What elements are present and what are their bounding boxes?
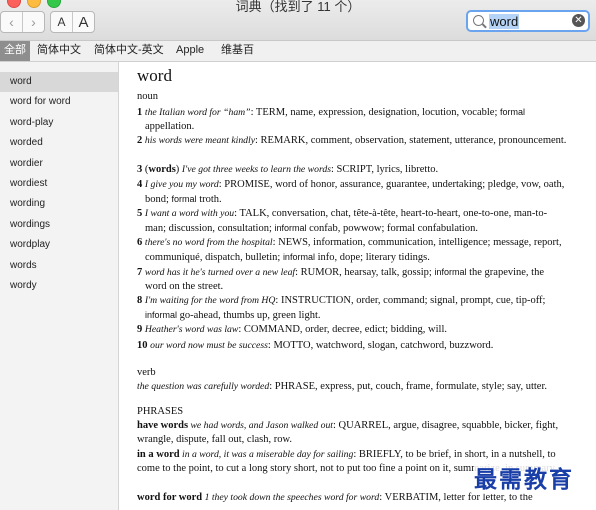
- tab-wikipedia[interactable]: 维基百: [221, 41, 254, 61]
- sense-2: 2 his words were meant kindly: REMARK, c…: [137, 135, 567, 146]
- back-button[interactable]: ‹: [1, 12, 22, 32]
- sidebar-item-word[interactable]: word: [0, 72, 118, 93]
- sidebar-item-word-for-word[interactable]: word for word: [0, 92, 118, 112]
- sidebar-item-wording[interactable]: wording: [0, 194, 118, 214]
- sense-4: 4 I give you my word: PROMISE, word of h…: [137, 179, 565, 206]
- verb-label: verb: [137, 367, 156, 378]
- font-size-group: A A: [50, 11, 95, 33]
- decrease-font-button[interactable]: A: [51, 12, 72, 32]
- clear-search-icon[interactable]: ✕: [572, 14, 585, 27]
- source-tab-bar: 全部 简体中文 简体中文-英文 Apple 维基百: [0, 41, 596, 62]
- search-input[interactable]: word: [489, 14, 520, 29]
- sidebar-item-wordings[interactable]: wordings: [0, 215, 118, 235]
- noun-label: noun: [137, 91, 158, 102]
- sense-7: 7 word has it he's turned over a new lea…: [137, 267, 545, 293]
- phrases-label: PHRASES: [137, 406, 184, 417]
- verb-sense: the question was carefully worded: PHRAS…: [137, 381, 548, 392]
- sense-8: 8 I'm waiting for the word from HQ: INST…: [137, 295, 546, 322]
- sense-10: 10 our word now must be success: MOTTO, …: [137, 340, 494, 351]
- tab-all[interactable]: 全部: [0, 41, 30, 61]
- sidebar-item-wordiest[interactable]: wordiest: [0, 174, 118, 194]
- increase-font-button[interactable]: A: [72, 12, 94, 32]
- sidebar-item-worded[interactable]: worded: [0, 133, 118, 153]
- tab-simplified-chinese[interactable]: 简体中文: [37, 41, 81, 61]
- sidebar-item-words[interactable]: words: [0, 256, 118, 276]
- navigation-group: ‹ ›: [0, 11, 45, 33]
- sense-1: 1 the Italian word for “ham”: TERM, name…: [137, 107, 526, 133]
- sense-6: 6 there's no word from the hospital: NEW…: [137, 237, 562, 264]
- headword: word: [137, 66, 172, 85]
- sidebar-item-wordy[interactable]: wordy: [0, 276, 118, 296]
- sense-5: 5 I want a word with you: TALK, conversa…: [137, 208, 548, 235]
- forward-button[interactable]: ›: [22, 12, 44, 32]
- search-field[interactable]: word ✕: [466, 10, 590, 32]
- phrase-have-words: have words we had words, and Jason walke…: [137, 420, 559, 446]
- sense-9: 9 Heather's word was law: COMMAND, order…: [137, 324, 448, 335]
- tab-apple[interactable]: Apple: [176, 41, 204, 61]
- sense-3: 3 (words) I've got three weeks to learn …: [137, 164, 439, 175]
- title-bar: 词典（找到了 11 个） ‹ › A A word ✕: [0, 0, 596, 41]
- sidebar-item-wordier[interactable]: wordier: [0, 154, 118, 174]
- tab-chinese-english[interactable]: 简体中文-英文: [94, 41, 164, 61]
- results-sidebar: word word for word word-play worded word…: [0, 62, 119, 510]
- watermark: 最需教育: [474, 460, 574, 494]
- sidebar-item-wordplay[interactable]: wordplay: [0, 235, 118, 255]
- sidebar-item-word-play[interactable]: word-play: [0, 113, 118, 133]
- definition-pane: word noun 1 the Italian word for “ham”: …: [119, 62, 596, 510]
- search-icon: [473, 15, 484, 26]
